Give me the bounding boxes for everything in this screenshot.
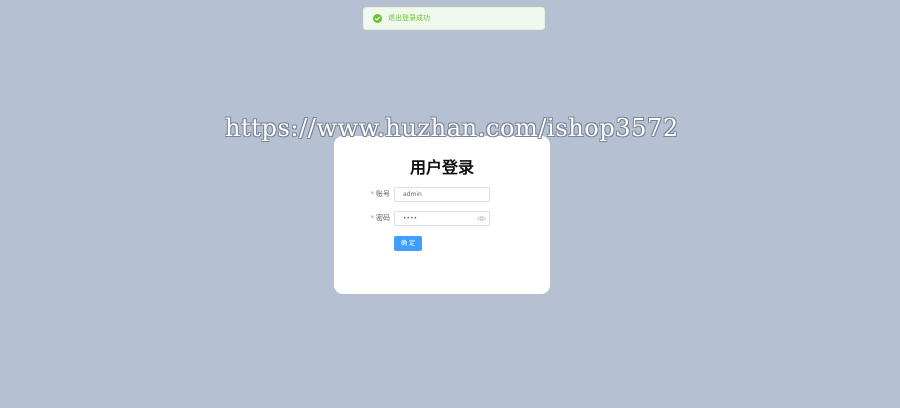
success-check-icon — [373, 14, 382, 23]
watermark-text: https://www.huzhan.com/ishop3572 — [225, 114, 679, 142]
required-mark: * — [370, 190, 375, 198]
password-row: * 密码 — [334, 211, 550, 226]
required-mark: * — [370, 214, 375, 222]
account-row: * 账号 — [334, 187, 550, 202]
account-label: * 账号 — [356, 187, 391, 202]
account-label-text: 账号 — [376, 190, 390, 198]
toast-message: 退出登录成功 — [388, 14, 430, 22]
account-input[interactable] — [394, 187, 490, 202]
login-title: 用户登录 — [409, 158, 474, 177]
password-label-text: 密码 — [376, 214, 390, 222]
password-input[interactable] — [394, 211, 490, 226]
eye-icon[interactable] — [477, 214, 486, 223]
success-toast: 退出登录成功 — [363, 7, 545, 30]
password-label: * 密码 — [356, 211, 391, 226]
login-card: 用户登录 *账号 *密码 确 定 — [334, 136, 550, 294]
submit-button[interactable]: 确 定 — [394, 236, 422, 251]
